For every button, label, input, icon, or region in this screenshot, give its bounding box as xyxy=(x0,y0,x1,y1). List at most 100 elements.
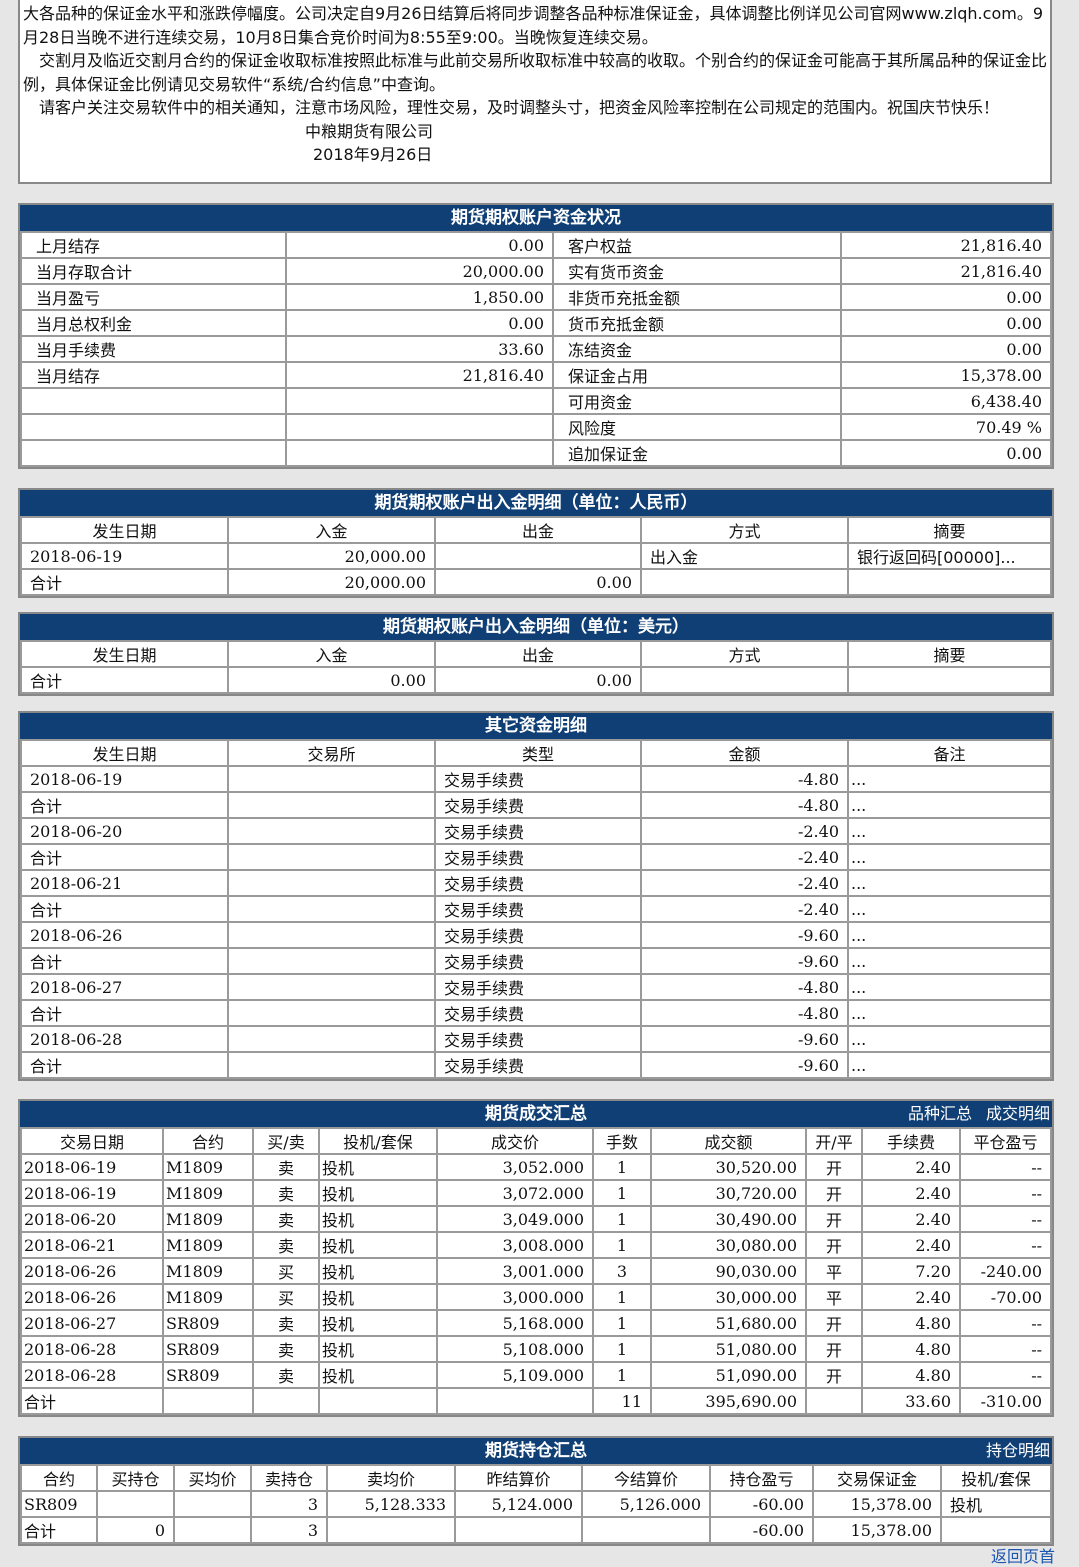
column-header: 投机/套保 xyxy=(940,1464,1052,1492)
table-cell: -2.40 xyxy=(640,843,849,871)
table-cell xyxy=(285,387,554,415)
table-cell xyxy=(227,1025,436,1053)
column-header: 交易所 xyxy=(227,739,436,767)
table-cell: -70.00 xyxy=(959,1283,1052,1311)
notice-date: 2018年9月26日 xyxy=(313,145,433,164)
table-cell xyxy=(326,1516,456,1544)
table-cell: ... xyxy=(847,973,1052,1001)
table-cell: 交易手续费 xyxy=(434,1051,642,1079)
table-cell: -2.40 xyxy=(640,817,849,845)
table-cell: SR809 xyxy=(162,1335,254,1363)
table-cell: 0 xyxy=(96,1516,175,1544)
table-cell: 合计 xyxy=(20,666,229,694)
table-cell: -- xyxy=(959,1335,1052,1363)
table-row: 当月盈亏 1,850.00 非货币充抵金额 0.00 xyxy=(20,283,1052,311)
table-cell: 实有货币资金 xyxy=(552,257,842,285)
rmb-cashflow-section: 期货期权账户出入金明细（单位：人民币） 发生日期 入金 出金 方式 摘要 2018-06… xyxy=(18,488,1054,598)
table-cell: 3,000.000 xyxy=(436,1283,594,1311)
table-cell: 20,000.00 xyxy=(227,568,436,596)
table-cell: -4.80 xyxy=(640,999,849,1027)
table-cell: M1809 xyxy=(162,1231,254,1259)
table-cell: 冻结资金 xyxy=(552,335,842,363)
table-cell: 投机 xyxy=(318,1205,438,1233)
table-cell: 客户权益 xyxy=(552,231,842,259)
table-cell: 0.00 xyxy=(285,309,554,337)
column-header: 手续费 xyxy=(861,1127,961,1155)
column-header: 发生日期 xyxy=(20,739,229,767)
table-cell: 0.00 xyxy=(840,309,1052,337)
trades-title-text: 期货成交汇总 xyxy=(485,1104,587,1124)
column-header: 今结算价 xyxy=(581,1464,711,1492)
account-funds-title: 期货期权账户资金状况 xyxy=(20,205,1052,231)
table-cell: 1 xyxy=(592,1179,652,1207)
table-cell: 可用资金 xyxy=(552,387,842,415)
table-row: 2018-06-28 SR809 卖投机 5,108.000 1 51,080.00 开 4.… xyxy=(20,1335,1052,1363)
table-cell: 交易手续费 xyxy=(434,843,642,871)
table-cell: 2.40 xyxy=(861,1179,961,1207)
table-cell xyxy=(227,1051,436,1079)
table-cell: 4.80 xyxy=(861,1309,961,1337)
table-cell: 投机 xyxy=(318,1309,438,1337)
table-cell: 30,000.00 xyxy=(650,1283,807,1311)
table-cell xyxy=(640,568,849,596)
table-cell: M1809 xyxy=(162,1205,254,1233)
position-detail-link[interactable]: 持仓明细 xyxy=(986,1441,1050,1460)
variety-summary-link[interactable]: 品种汇总 xyxy=(908,1104,972,1123)
table-cell: 0.00 xyxy=(434,568,642,596)
back-to-top-link[interactable]: 返回页首 xyxy=(991,1543,1055,1567)
table-cell: 3,001.000 xyxy=(436,1257,594,1285)
table-cell: 1 xyxy=(592,1361,652,1389)
column-header: 入金 xyxy=(227,640,436,668)
table-cell: 3 xyxy=(250,1516,328,1544)
trades-title: 期货成交汇总 品种汇总 成交明细 xyxy=(20,1101,1052,1127)
trade-detail-link[interactable]: 成交明细 xyxy=(986,1104,1050,1123)
table-cell: -310.00 xyxy=(959,1387,1052,1415)
table-cell: -60.00 xyxy=(709,1516,814,1544)
table-cell xyxy=(640,666,849,694)
table-cell xyxy=(20,387,287,415)
table-cell: 5,109.000 xyxy=(436,1361,594,1389)
table-cell: 0.00 xyxy=(227,666,436,694)
table-cell xyxy=(581,1516,711,1544)
table-cell: 投机 xyxy=(318,1361,438,1389)
table-cell: 投机 xyxy=(318,1257,438,1285)
table-cell xyxy=(454,1516,583,1544)
table-cell: -240.00 xyxy=(959,1257,1052,1285)
table-cell xyxy=(252,1387,320,1415)
table-cell: 2.40 xyxy=(861,1231,961,1259)
table-cell: ... xyxy=(847,1051,1052,1079)
table-row: 合计 0 3 -60.00 15,378.00 xyxy=(20,1516,1052,1544)
table-cell xyxy=(227,895,436,923)
table-cell: 51,090.00 xyxy=(650,1361,807,1389)
table-cell: 1 xyxy=(592,1283,652,1311)
table-cell: 合计 xyxy=(20,1051,229,1079)
table-cell: 21,816.40 xyxy=(285,361,554,389)
table-row: 2018-06-20 M1809 卖投机 3,049.000 1 30,490.00 开 2.… xyxy=(20,1205,1052,1233)
table-cell: -9.60 xyxy=(640,1051,849,1079)
table-row: 2018-06-26 交易手续费 -9.60... xyxy=(20,921,1052,949)
table-cell xyxy=(285,413,554,441)
column-header: 开/平 xyxy=(805,1127,863,1155)
table-cell: 6,438.40 xyxy=(840,387,1052,415)
table-cell: 买 xyxy=(252,1283,320,1311)
table-cell: 投机 xyxy=(318,1153,438,1181)
column-header: 金额 xyxy=(640,739,849,767)
table-cell: ... xyxy=(847,817,1052,845)
table-cell: 4.80 xyxy=(861,1361,961,1389)
table-cell: 2018-06-19 xyxy=(20,1179,164,1207)
table-cell xyxy=(227,999,436,1027)
table-cell: 2018-06-19 xyxy=(20,542,229,570)
table-row: 2018-06-28 SR809 卖投机 5,109.000 1 51,090.00 开 4.… xyxy=(20,1361,1052,1389)
table-cell: 33.60 xyxy=(861,1387,961,1415)
table-cell: 3,072.000 xyxy=(436,1179,594,1207)
table-cell: 395,690.00 xyxy=(650,1387,807,1415)
table-cell: 1 xyxy=(592,1309,652,1337)
table-cell: M1809 xyxy=(162,1283,254,1311)
table-cell: 3,052.000 xyxy=(436,1153,594,1181)
table-cell: 卖 xyxy=(252,1153,320,1181)
column-header: 类型 xyxy=(434,739,642,767)
table-cell: 21,816.40 xyxy=(840,231,1052,259)
column-header: 买均价 xyxy=(173,1464,252,1492)
table-cell: 追加保证金 xyxy=(552,439,842,467)
table-cell: 5,108.000 xyxy=(436,1335,594,1363)
